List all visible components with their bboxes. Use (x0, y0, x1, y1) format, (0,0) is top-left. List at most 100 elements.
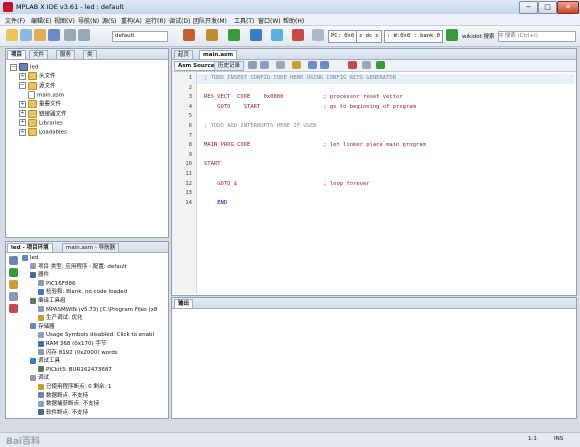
open-project-icon[interactable] (34, 29, 46, 41)
shift-right-icon[interactable] (320, 61, 329, 69)
dashboard-row-label: led (30, 255, 39, 261)
comment-icon[interactable] (376, 61, 385, 69)
code-line[interactable]: GOTO $ ; loop forever (204, 181, 369, 187)
dashboard-row-label: 项目 类型: 应用程序 - 配置: default (38, 263, 127, 270)
undo-icon[interactable] (64, 29, 76, 41)
code-line[interactable]: GOTO START ; go to beginning of program (204, 104, 416, 110)
close-button[interactable]: ✕ (557, 1, 579, 14)
new-file-icon[interactable] (20, 29, 32, 41)
menu-tools[interactable]: 工具(T) (234, 16, 254, 25)
tab-output[interactable]: 输出 (174, 299, 194, 308)
memory-side-icon[interactable] (9, 292, 18, 301)
menu-help[interactable]: 帮助(H) (283, 16, 304, 25)
record-macro-icon[interactable] (348, 61, 357, 69)
tab-asm-source[interactable]: Asm Source (174, 61, 219, 71)
project-tree-label: 链接器文件 (39, 111, 67, 117)
output-panel: 输出 (171, 297, 577, 419)
status-readout: z dc c (356, 30, 382, 43)
menu-team[interactable]: 团队开发(M) (193, 16, 227, 25)
tab-history[interactable]: 历史记录 (214, 61, 245, 71)
tab-main-asm[interactable]: main.asm (199, 50, 238, 59)
forward-icon[interactable] (260, 61, 269, 69)
expand-toggle-icon[interactable]: + (19, 128, 26, 136)
shift-left-icon[interactable] (308, 61, 317, 69)
dashboard-row-label: 器件 (38, 272, 50, 279)
dashboard-item-icon (30, 323, 36, 330)
code-line[interactable]: END (204, 200, 227, 206)
menu-navigate[interactable]: 导航(N) (78, 16, 99, 25)
config-select[interactable]: default (112, 31, 168, 42)
project-tree-label: 重要文件 (39, 101, 62, 108)
tab-navigator[interactable]: main.asm - 导航器 (62, 243, 120, 252)
project-tree-row[interactable]: + 重要文件 (19, 100, 61, 109)
project-tree-row[interactable]: + 头文件 (19, 72, 56, 81)
dashboard-item-icon (30, 357, 36, 364)
tab-start-page[interactable]: 起页 (174, 50, 194, 59)
code-line[interactable]: ; TODO INSERT CONFIG CODE HERE USING CON… (204, 75, 396, 81)
line-number: 2 (188, 84, 192, 91)
debug-side-icon[interactable] (9, 304, 18, 313)
project-tree-row[interactable]: − 源文件 (19, 81, 56, 91)
tab-services[interactable]: 服务 (56, 50, 76, 59)
save-all-icon[interactable] (48, 29, 60, 41)
expand-toggle-icon[interactable]: + (19, 100, 26, 108)
maximize-button[interactable]: □ (538, 1, 557, 14)
settings-side-icon[interactable] (9, 280, 18, 289)
line-number: 14 (185, 199, 192, 206)
expand-toggle-icon[interactable]: + (19, 110, 26, 117)
code-line[interactable]: START (204, 161, 221, 167)
code-line[interactable]: ; TODO ADD INTERRUPTS HERE IF USED (204, 123, 317, 129)
tab-projects[interactable]: 项目 (7, 50, 27, 59)
project-tree-row[interactable]: main.asm (28, 90, 64, 100)
dashboard-row[interactable]: 软件断点: 不支持 (38, 409, 88, 418)
expand-toggle-icon[interactable]: − (10, 63, 17, 71)
find-icon[interactable] (276, 61, 285, 69)
dashboard-item-icon (38, 392, 44, 399)
back-icon[interactable] (248, 61, 257, 69)
tab-dashboard[interactable]: led - 项目环境 (7, 243, 53, 252)
code-line[interactable]: RES_VECT CODE 0x0000 ; processor reset v… (204, 94, 403, 100)
search-placeholder: 搜索 (Ctrl+I) (504, 33, 538, 39)
code-line[interactable]: MAIN_PROG CODE ; let linker place main p… (204, 142, 426, 148)
expand-toggle-icon[interactable]: + (19, 119, 26, 127)
menu-debug[interactable]: 调试(D) (169, 16, 190, 25)
dashboard-row[interactable]: PICkit3: BUR162473687 (38, 366, 112, 375)
menu-source[interactable]: 源(S) (102, 16, 117, 25)
clean-build-icon[interactable] (206, 29, 218, 41)
hold-reset-icon[interactable] (312, 29, 324, 41)
status-bar: Bai百科 1:1 INS (0, 432, 580, 447)
run-icon[interactable] (228, 29, 240, 41)
program-device-icon[interactable] (271, 29, 283, 41)
folder-icon (28, 118, 37, 127)
debug-icon[interactable] (250, 29, 262, 41)
read-device-icon[interactable] (292, 29, 304, 41)
project-tree-label: Loadables (39, 129, 67, 136)
menu-refactor[interactable]: 重构(A) (121, 16, 142, 25)
menu-edit[interactable]: 编辑(E) (31, 16, 51, 25)
minimize-button[interactable]: − (519, 1, 538, 14)
build-icon[interactable] (183, 29, 195, 41)
cart-icon[interactable] (446, 29, 458, 41)
project-tree-row[interactable]: − led (10, 63, 38, 72)
refresh-side-icon[interactable] (9, 268, 18, 277)
menu-window[interactable]: 窗口(W) (258, 16, 281, 25)
menu-run[interactable]: 运行(R) (145, 16, 166, 25)
stop-macro-icon[interactable] (362, 61, 371, 69)
new-project-icon[interactable] (6, 29, 18, 41)
dashboard-item-icon (38, 349, 44, 356)
tab-classes[interactable]: 类 (83, 50, 97, 59)
dashboard-row-label: 调试工具 (38, 358, 61, 365)
project-tree-row[interactable]: + Libraries (19, 118, 63, 128)
expand-toggle-icon[interactable]: − (19, 82, 26, 90)
project-tree-row[interactable]: + Loadables (19, 128, 67, 137)
dashboard-side-icon[interactable] (9, 256, 18, 265)
menu-view[interactable]: 视图(V) (54, 16, 75, 25)
bookmark-icon[interactable] (292, 61, 301, 69)
search-input[interactable]: ⚲ 搜索 (Ctrl+I) (498, 31, 576, 42)
project-tree-row[interactable]: + 链接器文件 (19, 109, 67, 119)
menu-file[interactable]: 文件(F) (5, 16, 25, 25)
redo-icon[interactable] (78, 29, 90, 41)
expand-toggle-icon[interactable]: + (19, 72, 26, 80)
line-number: 7 (188, 132, 192, 139)
tab-files[interactable]: 文件 (29, 50, 49, 59)
